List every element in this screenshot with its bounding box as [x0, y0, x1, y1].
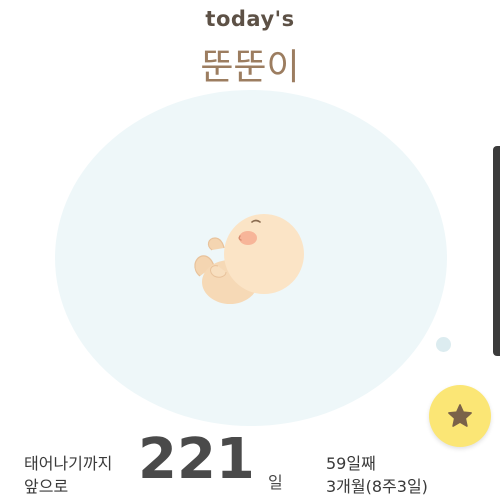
favorite-fab-button[interactable] [429, 385, 491, 447]
star-icon [448, 404, 472, 427]
pregnancy-age: 3개월(8주3일) [326, 477, 428, 496]
pregnancy-day-count: 59일째 [326, 454, 376, 473]
eyebrow-title: today's [205, 7, 295, 31]
countdown-label-2: 앞으로 [24, 477, 69, 496]
baby-name: 뚠뚠이 [200, 47, 300, 88]
edge-panel-handle[interactable] [493, 146, 500, 356]
countdown-label-1: 태어나기까지 [24, 454, 113, 473]
days-left-count: 221 [138, 427, 255, 492]
baby-illustration [194, 214, 304, 304]
days-unit: 일 [268, 473, 283, 492]
decorative-dot [436, 337, 451, 352]
